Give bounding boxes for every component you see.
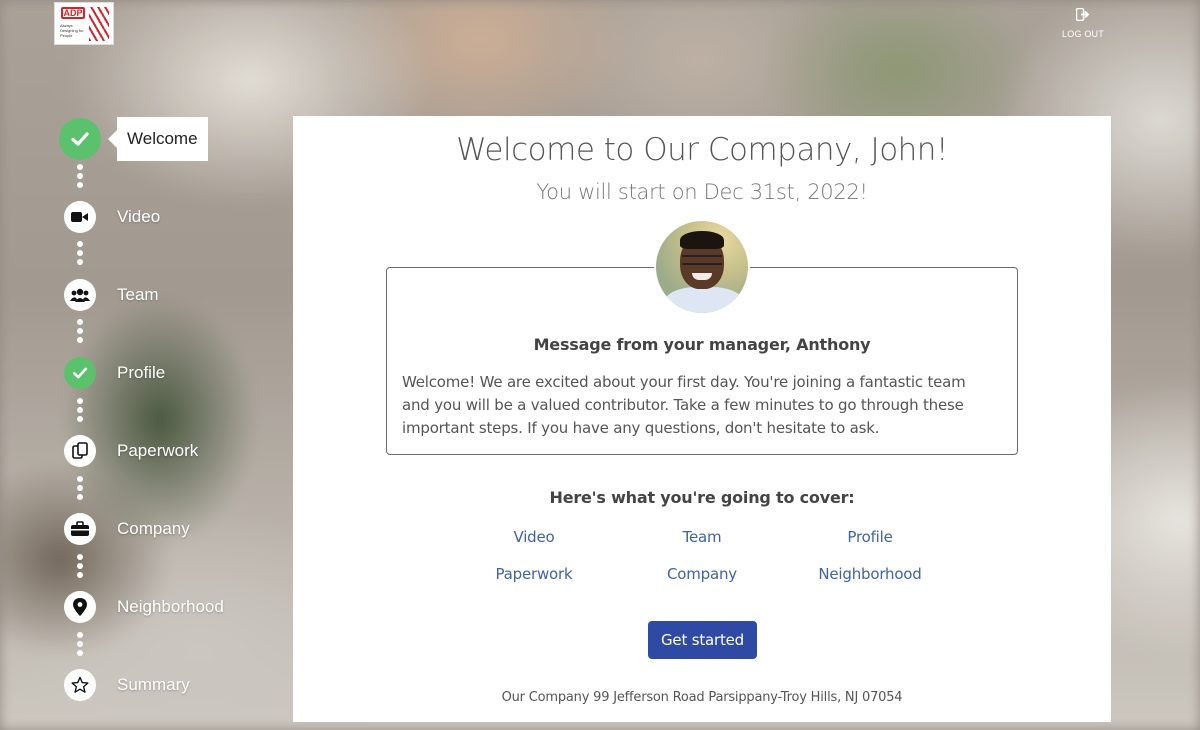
manager-message-heading: Message from your manager, Anthony xyxy=(533,335,871,354)
step-label: Team xyxy=(117,285,159,304)
step-team[interactable]: Team xyxy=(64,278,159,312)
step-label: Welcome xyxy=(108,117,208,161)
cover-link-paperwork[interactable]: Paperwork xyxy=(450,564,618,584)
step-video[interactable]: Video xyxy=(64,200,160,234)
cover-links: Video Team Profile Paperwork Company Nei… xyxy=(450,527,954,584)
step-connector xyxy=(77,476,83,503)
star-icon xyxy=(64,669,96,701)
step-company[interactable]: Company xyxy=(64,512,190,546)
cover-link-profile[interactable]: Profile xyxy=(786,527,954,547)
cover-link-video[interactable]: Video xyxy=(450,527,618,547)
step-label: Profile xyxy=(117,363,166,382)
step-label: Summary xyxy=(117,675,190,694)
check-icon xyxy=(64,357,96,389)
page-title: Welcome to Our Company, John! xyxy=(456,132,948,168)
video-camera-icon xyxy=(64,201,96,233)
map-pin-icon xyxy=(64,591,96,623)
documents-icon xyxy=(64,435,96,467)
step-summary[interactable]: Summary xyxy=(64,668,190,702)
cover-link-neighborhood[interactable]: Neighborhood xyxy=(786,564,954,584)
step-welcome[interactable]: Welcome xyxy=(59,117,208,161)
step-label: Neighborhood xyxy=(117,597,224,616)
onboarding-steps: Welcome Video Team Profile Paperwork Com… xyxy=(0,0,290,730)
company-address-footer: Our Company 99 Jefferson Road Parsippany… xyxy=(501,690,903,705)
cover-link-team[interactable]: Team xyxy=(618,527,786,547)
welcome-card: Welcome to Our Company, John! You will s… xyxy=(293,116,1111,722)
step-neighborhood[interactable]: Neighborhood xyxy=(64,590,224,624)
logout-icon xyxy=(1076,8,1090,21)
step-label: Video xyxy=(117,207,161,226)
briefcase-icon xyxy=(64,513,96,545)
step-label: Company xyxy=(117,519,190,538)
step-connector xyxy=(77,554,83,581)
step-label: Paperwork xyxy=(117,441,199,460)
users-icon xyxy=(64,279,96,311)
step-connector xyxy=(77,632,83,659)
check-icon xyxy=(59,118,101,160)
cover-link-company[interactable]: Company xyxy=(618,564,786,584)
step-connector xyxy=(77,164,83,191)
step-profile[interactable]: Profile xyxy=(64,356,165,390)
start-date-subtitle: You will start on Dec 31st, 2022! xyxy=(536,180,868,204)
manager-avatar xyxy=(654,219,750,315)
manager-message-body: Welcome! We are excited about your first… xyxy=(402,373,966,437)
step-connector xyxy=(77,319,83,346)
step-paperwork[interactable]: Paperwork xyxy=(64,434,198,468)
logout-label: LOG OUT xyxy=(1062,29,1104,39)
get-started-button[interactable]: Get started xyxy=(648,621,757,659)
cover-heading: Here's what you're going to cover: xyxy=(549,488,855,507)
step-connector xyxy=(77,398,83,425)
logout-button[interactable]: LOG OUT xyxy=(1060,8,1106,42)
step-connector xyxy=(77,241,83,268)
